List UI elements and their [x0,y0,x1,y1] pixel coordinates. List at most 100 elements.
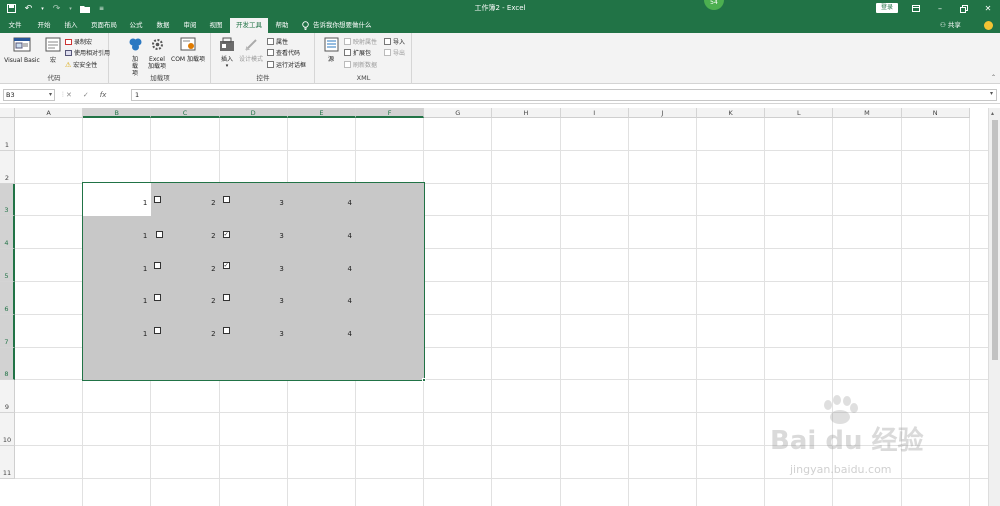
refresh-data-button[interactable]: 刷新数据 [344,60,377,69]
row-header-10[interactable]: 10 [0,413,15,446]
run-dialog-button[interactable]: 运行对话框 [267,60,306,69]
enter-icon[interactable]: ✓ [83,91,89,99]
select-all-corner[interactable] [0,108,15,118]
name-box-dropdown-icon[interactable]: ▾ [49,90,52,100]
cell-d7-value[interactable]: 3 [244,330,283,338]
checkbox-d7[interactable] [222,326,230,334]
column-header-j[interactable]: J [628,108,697,118]
expand-formula-bar-icon[interactable]: ▾ [990,90,993,97]
row-header-1[interactable]: 1 [0,118,15,151]
row-header-9[interactable]: 9 [0,380,15,414]
row-header-8[interactable]: 8 [0,347,15,381]
column-header-b[interactable]: B [83,108,152,118]
column-header-g[interactable]: G [424,108,493,118]
properties-button[interactable]: 属性 [267,37,288,46]
cell-e7-value[interactable]: 4 [312,330,352,338]
view-code-button[interactable]: 查看代码 [267,48,300,57]
tab-help[interactable]: 帮助 [270,17,294,33]
scroll-up-icon[interactable]: ▴ [991,110,994,117]
tab-developer[interactable]: 开发工具 [230,18,268,33]
macros-button[interactable]: 宏 [43,37,63,64]
cell-d5-value[interactable]: 3 [244,265,283,273]
column-header-m[interactable]: M [833,108,902,118]
column-header-f[interactable]: F [356,108,425,118]
cell-b6-value[interactable]: 1 [107,297,147,305]
checkbox-d5[interactable]: ✓ [222,262,230,270]
cell-d3-value[interactable]: 3 [244,199,283,207]
column-header-k[interactable]: K [697,108,766,118]
tab-data[interactable]: 数据 [150,17,176,33]
cell-d4-value[interactable]: 3 [244,232,283,240]
close-icon[interactable]: ✕ [976,0,1000,17]
login-button[interactable]: 登录 [876,3,898,13]
minimize-icon[interactable]: – [928,0,952,17]
row-header-7[interactable]: 7 [0,314,15,348]
row-header-5[interactable]: 5 [0,249,15,282]
xml-import-button[interactable]: 导入 [384,37,405,46]
cell-c4-value[interactable]: 2 [176,232,215,240]
cell-e4-value[interactable]: 4 [312,232,352,240]
cell-c3-value[interactable]: 2 [176,199,215,207]
tab-file[interactable]: 文件 [4,17,26,33]
visual-basic-button[interactable]: Visual Basic [4,37,40,64]
column-header-l[interactable]: L [765,108,834,118]
cell-c7-value[interactable]: 2 [176,330,215,338]
xml-export-button[interactable]: 导出 [384,48,405,57]
row-header-3[interactable]: 3 [0,183,15,217]
column-header-h[interactable]: H [492,108,561,118]
cell-b7-value[interactable]: 1 [107,330,147,338]
tab-view[interactable]: 视图 [204,17,228,33]
tab-page-layout[interactable]: 页面布局 [86,17,122,33]
fill-handle[interactable] [422,378,426,382]
row-header-4[interactable]: 4 [0,216,15,250]
name-box[interactable]: B3 ▾ [3,89,55,101]
insert-control-button[interactable]: 插入 ▾ [216,37,238,70]
share-button[interactable]: ⚇ 共享 [940,17,961,33]
tab-formulas[interactable]: 公式 [124,17,148,33]
cell-c6-value[interactable]: 2 [176,297,215,305]
cell-c5-value[interactable]: 2 [176,265,215,273]
tab-home[interactable]: 开始 [30,17,58,33]
column-header-e[interactable]: E [287,108,356,118]
checkbox-c4[interactable] [156,231,164,239]
macro-security-button[interactable]: ⚠ 宏安全性 [65,60,97,70]
checkbox-d3[interactable] [222,195,230,203]
expansion-packs-button[interactable]: 扩展包 [344,48,371,57]
feedback-smiley-icon[interactable] [984,21,993,30]
cancel-icon[interactable]: ✕ [66,91,72,99]
cell-b4-value[interactable]: 1 [107,232,147,240]
formula-input[interactable]: 1 [131,89,997,101]
scrollbar-thumb[interactable] [992,120,998,360]
row-header-11[interactable]: 11 [0,446,15,479]
collapse-ribbon-icon[interactable]: ⌃ [991,74,996,81]
record-macro-button[interactable]: 录制宏 [65,37,92,46]
column-header-d[interactable]: D [219,108,288,118]
checkbox-c6[interactable] [154,294,162,301]
row-header-2[interactable]: 2 [0,150,15,184]
cell-d6-value[interactable]: 3 [244,297,283,305]
ribbon-display-icon[interactable] [904,0,928,17]
cell-e5-value[interactable]: 4 [312,265,352,273]
column-header-a[interactable]: A [15,108,84,118]
row-header-6[interactable]: 6 [0,282,15,315]
tab-insert[interactable]: 插入 [58,17,84,33]
column-header-i[interactable]: I [560,108,629,118]
cell-e6-value[interactable]: 4 [312,297,352,305]
tell-me-box[interactable]: 告诉我你想要做什么 [302,17,372,33]
com-addins-button[interactable]: COM 加载项 [168,37,208,63]
cell-e3-value[interactable]: 4 [312,199,352,207]
checkbox-c3[interactable] [154,195,162,203]
addins-button[interactable]: 加载项 [126,37,144,77]
excel-addins-button[interactable]: Excel 加载项 [146,37,168,70]
column-header-n[interactable]: N [901,108,970,118]
checkbox-d4[interactable]: ✓ [222,231,230,239]
cell-b5-value[interactable]: 1 [107,265,147,273]
design-mode-button[interactable]: 设计模式 [238,37,264,63]
checkbox-d6[interactable] [222,294,230,301]
insert-function-icon[interactable]: fx [100,91,107,99]
checkbox-c5[interactable] [154,262,162,270]
relative-reference-button[interactable]: 使用相对引用 [65,48,110,57]
vertical-scrollbar[interactable]: ▴ [988,108,1000,506]
checkbox-c7[interactable] [154,326,162,334]
cell-b3-value[interactable]: 1 [107,199,147,207]
